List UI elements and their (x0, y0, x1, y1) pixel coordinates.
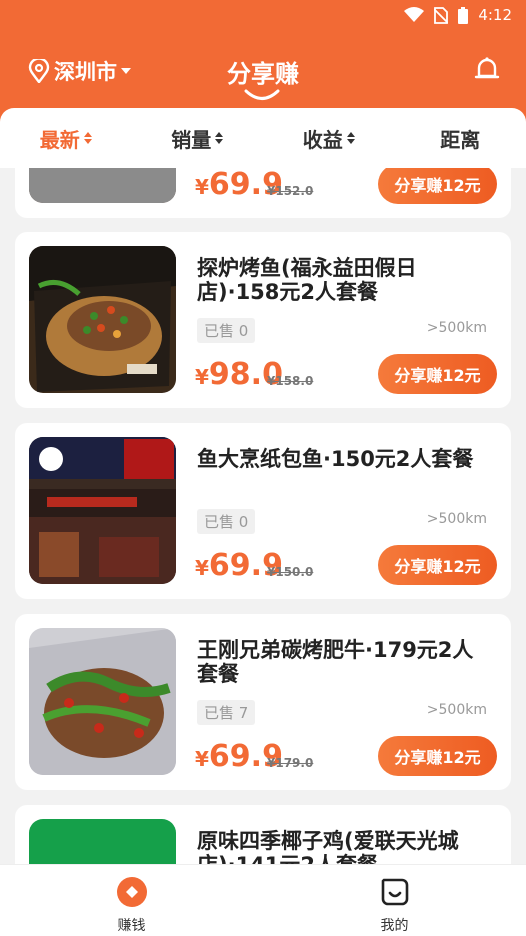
nav-profile-label: 我的 (380, 918, 409, 934)
product-list: ¥69.9 ¥152.0 分享赚12元 探炉烤鱼(福永益田假日店)·158元2人… (0, 168, 526, 864)
page-title: 分享赚 (227, 60, 299, 88)
sort-tab-distance[interactable]: 距离 (395, 108, 526, 168)
product-image (29, 246, 176, 393)
product-image (29, 437, 176, 584)
share-earn-button[interactable]: 分享赚12元 (378, 736, 497, 776)
product-card[interactable]: 王刚兄弟碳烤肥牛·179元2人套餐 已售 7 >500km ¥69.9 ¥179… (15, 614, 511, 790)
sold-count: 已售 0 (197, 318, 256, 343)
sort-bar: 最新 销量 收益 距离 (0, 108, 526, 168)
sort-tab-earnings[interactable]: 收益 (263, 108, 395, 168)
bottom-nav: 赚钱 我的 (0, 864, 526, 936)
product-image (29, 168, 176, 203)
sort-tab-latest[interactable]: 最新 (0, 108, 132, 168)
battery-icon (458, 6, 469, 24)
wifi-icon (404, 7, 425, 22)
earn-icon (116, 877, 147, 907)
distance: >500km (426, 320, 487, 336)
product-card[interactable]: ¥69.9 ¥152.0 分享赚12元 (15, 168, 511, 218)
original-price: ¥158.0 (267, 374, 314, 388)
share-earn-button[interactable]: 分享赚12元 (378, 168, 497, 204)
sort-tab-label: 销量 (171, 127, 212, 152)
nav-earn-label: 赚钱 (117, 918, 146, 934)
profile-icon (381, 878, 408, 906)
product-image (29, 819, 176, 864)
status-time: 4:12 (478, 6, 512, 24)
share-earn-button[interactable]: 分享赚12元 (378, 545, 497, 585)
product-card[interactable]: 鱼大烹纸包鱼·150元2人套餐 已售 0 >500km ¥69.9 ¥150.0… (15, 423, 511, 599)
sort-tab-sales[interactable]: 销量 (132, 108, 264, 168)
product-image (29, 628, 176, 775)
original-price: ¥150.0 (267, 565, 314, 579)
sort-arrows-icon (346, 132, 355, 144)
status-bar: 4:12 (0, 0, 526, 30)
sort-tab-label: 收益 (302, 127, 343, 152)
sort-tab-label: 最新 (39, 127, 80, 152)
share-earn-button[interactable]: 分享赚12元 (378, 354, 497, 394)
sold-count: 已售 0 (197, 509, 256, 534)
product-card[interactable]: 探炉烤鱼(福永益田假日店)·158元2人套餐 已售 0 >500km ¥98.0… (15, 232, 511, 408)
distance: >500km (426, 702, 487, 718)
product-name: 王刚兄弟碳烤肥牛·179元2人套餐 (197, 638, 474, 686)
product-name: 鱼大烹纸包鱼·150元2人套餐 (197, 447, 474, 471)
distance: >500km (426, 511, 487, 527)
product-name: 原味四季椰子鸡(爱联天光城店)·141元2人套餐 (197, 829, 459, 864)
smile-underline-icon (244, 89, 280, 100)
bell-icon[interactable] (474, 55, 500, 83)
sold-count: 已售 7 (197, 700, 256, 725)
sort-tab-label: 距离 (440, 127, 481, 152)
sort-arrows-icon (215, 132, 224, 144)
nav-earn[interactable]: 赚钱 (0, 865, 263, 936)
no-sim-icon (434, 6, 449, 24)
sort-arrows-icon (83, 132, 92, 144)
product-card[interactable]: 原味四季椰子鸡(爱联天光城店)·141元2人套餐 (15, 805, 511, 864)
original-price: ¥179.0 (267, 756, 314, 770)
product-name: 探炉烤鱼(福永益田假日店)·158元2人套餐 (197, 256, 417, 304)
original-price: ¥152.0 (267, 184, 314, 198)
nav-profile[interactable]: 我的 (263, 865, 526, 936)
